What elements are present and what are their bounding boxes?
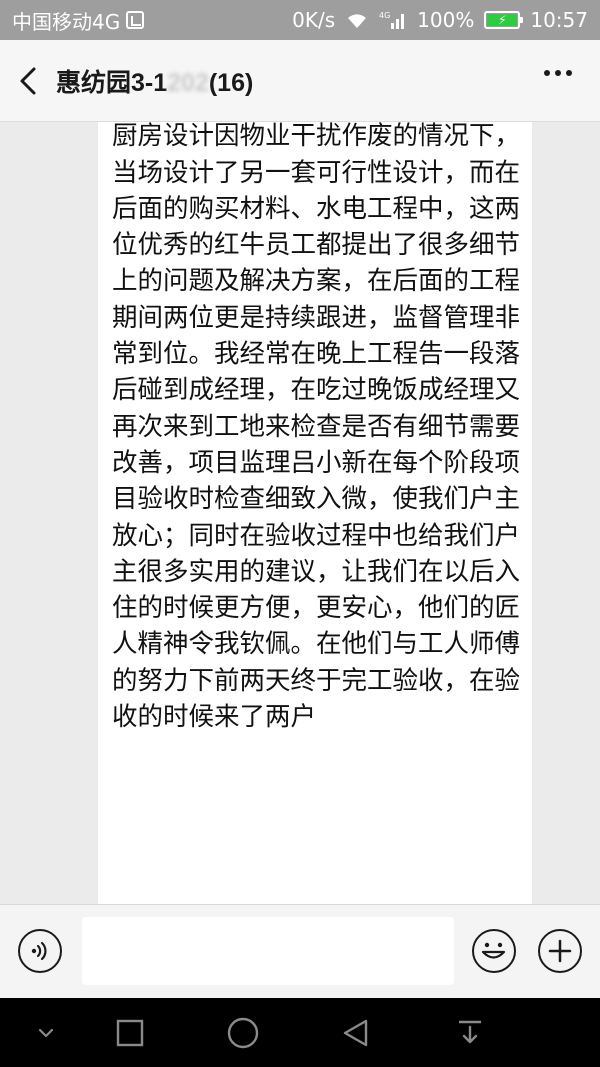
- status-right: 0K/s 4G 100% ⚡ 10:57: [292, 8, 588, 32]
- chat-header: 惠纺园3-1202(16): [0, 40, 600, 122]
- input-bar: [0, 904, 600, 998]
- dot: [566, 70, 572, 76]
- battery-icon: ⚡: [484, 11, 524, 29]
- dot: [555, 70, 561, 76]
- more-dots-icon[interactable]: [544, 70, 572, 76]
- sim-card-icon: [126, 11, 145, 29]
- wifi-icon: [348, 14, 367, 28]
- network-speed: 0K/s: [292, 8, 336, 32]
- recent-apps-icon[interactable]: [100, 998, 160, 1067]
- message-text: 工作，很热情地的与我讲解，在原先厨房设计因物业干扰作废的情况下，当场设计了另一套…: [112, 122, 521, 733]
- chat-title-text: 惠纺园3-1: [56, 68, 168, 97]
- carrier-label: 中国移动4G: [12, 9, 121, 34]
- battery-percent: 100%: [417, 8, 475, 32]
- chat-title-blurred: 202: [167, 68, 209, 97]
- battery-charging-icon: ⚡: [487, 14, 518, 26]
- emoji-icon[interactable]: [472, 929, 516, 973]
- chat-area[interactable]: 工作，很热情地的与我讲解，在原先厨房设计因物业干扰作废的情况下，当场设计了另一套…: [0, 122, 600, 904]
- dot: [544, 70, 550, 76]
- chevron-down-icon[interactable]: [16, 998, 76, 1067]
- network-type-label: 4G: [379, 11, 390, 20]
- clock: 10:57: [530, 8, 588, 32]
- voice-icon[interactable]: [18, 929, 62, 973]
- member-count: (16): [208, 68, 254, 97]
- status-bar: 中国移动4G 0K/s 4G 100% ⚡ 10:57: [0, 0, 600, 40]
- message-bubble[interactable]: 工作，很热情地的与我讲解，在原先厨房设计因物业干扰作废的情况下，当场设计了另一套…: [98, 122, 532, 904]
- chat-title: 惠纺园3-1202(16): [56, 63, 253, 99]
- message-input[interactable]: [82, 917, 454, 985]
- plus-icon[interactable]: [538, 929, 582, 973]
- status-left: 中国移动4G: [12, 6, 145, 35]
- navigation-bar: [0, 998, 600, 1067]
- back-arrow-icon[interactable]: [0, 40, 56, 122]
- home-icon[interactable]: [213, 998, 273, 1067]
- signal-icon: 4G: [379, 10, 407, 30]
- notification-pull-icon[interactable]: [440, 998, 500, 1067]
- back-triangle-icon[interactable]: [326, 998, 386, 1067]
